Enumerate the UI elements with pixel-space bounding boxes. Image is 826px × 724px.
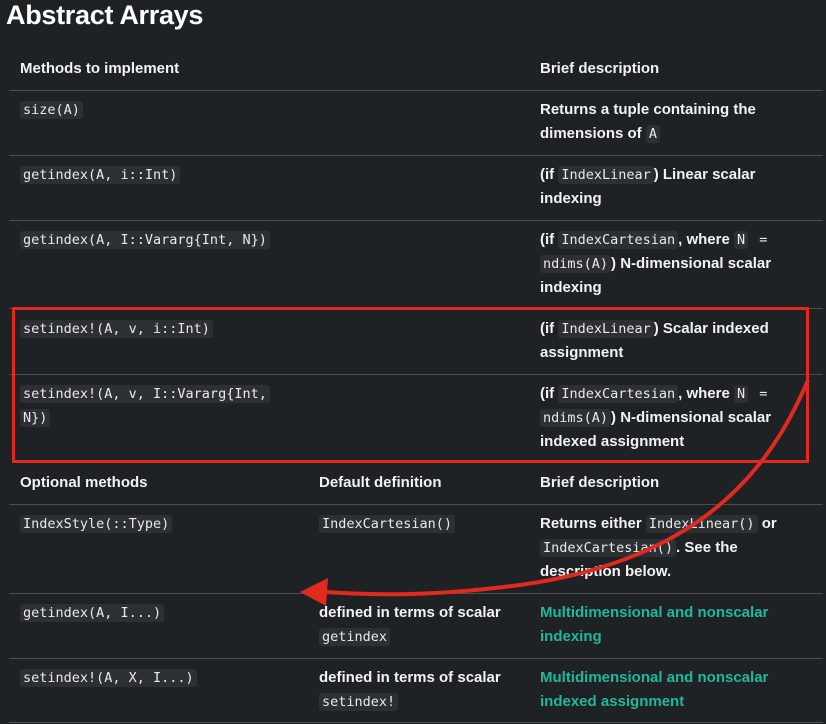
page: Abstract Arrays Methods to implement Bri… <box>0 0 826 724</box>
annotation-arrow-icon <box>300 379 810 606</box>
